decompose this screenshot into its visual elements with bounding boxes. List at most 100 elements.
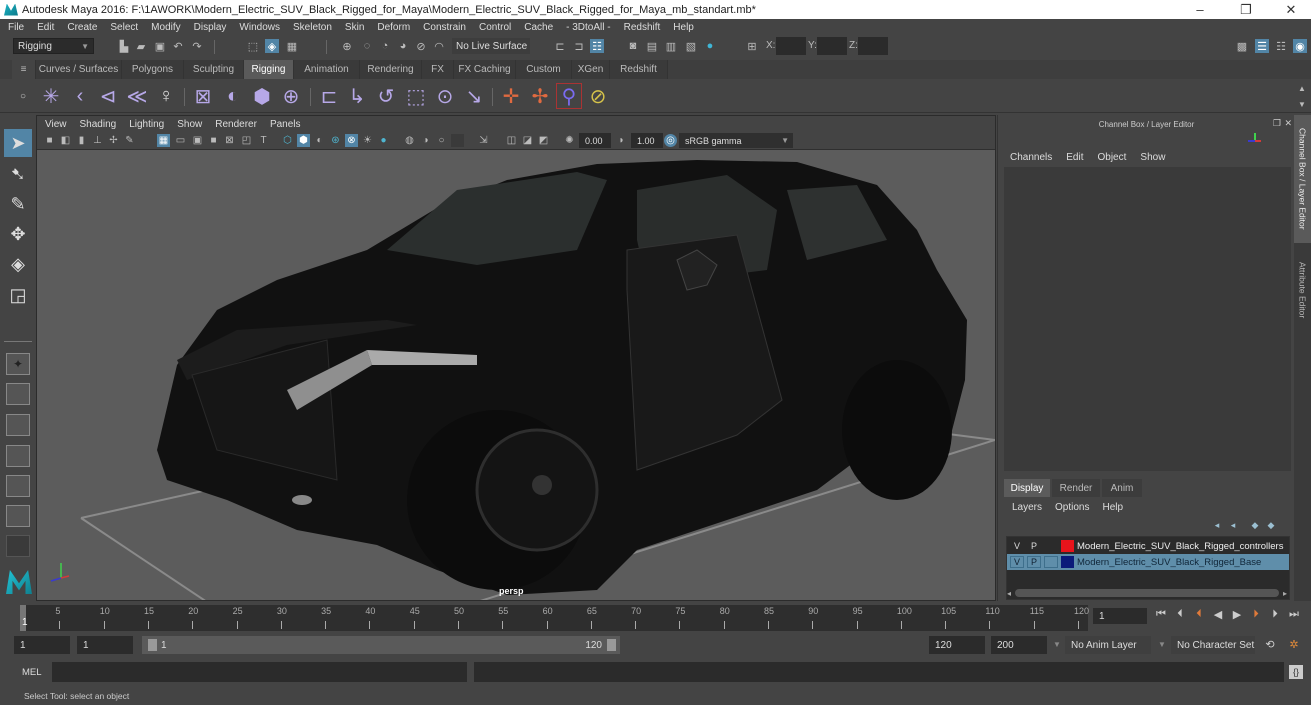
custom-layout-icon[interactable] (6, 505, 30, 527)
cluster-icon[interactable]: ⊕ (278, 83, 304, 109)
new-scene-icon[interactable]: ▙ (117, 39, 131, 53)
shelf-tab-sculpting[interactable]: Sculpting (184, 60, 244, 79)
channel-box-toggle-icon[interactable]: ◉ (1293, 39, 1307, 53)
backface-culling-icon[interactable]: ◩ (537, 134, 550, 147)
shelf-scroll-up-icon[interactable]: ▲ (1295, 81, 1309, 95)
move-tool-icon[interactable]: ✥ (4, 220, 32, 248)
gate-mask-icon[interactable]: ■ (207, 134, 220, 147)
animation-start-field[interactable]: 1 (14, 636, 70, 654)
viewport-menu-panels[interactable]: Panels (270, 119, 301, 130)
multisample-aa-icon[interactable]: ◑ (419, 134, 432, 147)
menu-constrain[interactable]: Constrain (423, 22, 466, 33)
menuset-dropdown[interactable]: Rigging ▼ (13, 38, 94, 54)
xray-active-icon[interactable]: ◫ (505, 134, 518, 147)
menu-redshift[interactable]: Redshift (624, 22, 661, 33)
channel-menu-show[interactable]: Show (1140, 152, 1165, 163)
empty-layout-icon[interactable] (6, 535, 30, 557)
smooth-shade-icon[interactable]: ⬢ (297, 134, 310, 147)
close-panel-icon[interactable]: ✕ (1284, 118, 1292, 129)
menu-deform[interactable]: Deform (377, 22, 410, 33)
minimize-button[interactable]: – (1180, 0, 1220, 19)
isolate-select-icon[interactable]: ⇲ (477, 134, 490, 147)
menu-create[interactable]: Create (67, 22, 97, 33)
menu-display[interactable]: Display (194, 22, 227, 33)
pole-vector-constraint-icon[interactable]: ↘ (461, 83, 487, 109)
play-forward-icon[interactable]: ▶ (1230, 607, 1244, 621)
render-frame-icon[interactable]: ▤ (645, 39, 659, 53)
image-plane-icon[interactable]: ⊥ (91, 134, 104, 147)
select-tool-icon[interactable]: ➤ (4, 129, 32, 157)
undo-icon[interactable]: ↶ (171, 39, 185, 53)
select-hierarchy-icon[interactable]: ⬚ (246, 39, 260, 53)
motion-blur-icon[interactable]: ◍ (403, 134, 416, 147)
layer-color-swatch[interactable] (1061, 540, 1074, 552)
command-language-toggle[interactable]: MEL (22, 667, 42, 678)
snap-curve-icon[interactable]: ◌ (360, 39, 374, 53)
blend-shape-icon[interactable]: ⊘ (585, 83, 611, 109)
layer-menu-layers[interactable]: Layers (1012, 502, 1042, 513)
exposure-field[interactable]: 0.00 (579, 133, 611, 148)
input-ops-icon[interactable]: ⊏ (553, 39, 567, 53)
live-surface-field[interactable]: No Live Surface (452, 38, 530, 54)
xray-joints-icon[interactable]: ◪ (521, 134, 534, 147)
persp-outliner-graph-layout-icon[interactable] (6, 475, 30, 497)
layer-visibility-toggle[interactable]: V (1010, 540, 1024, 552)
modeling-toolkit-icon[interactable]: ☰ (1255, 39, 1269, 53)
go-to-start-icon[interactable]: ⏮ (1154, 607, 1168, 621)
character-set-dropdown[interactable]: No Character Set (1171, 636, 1255, 654)
command-input[interactable] (52, 662, 467, 682)
hik-skeleton-icon[interactable]: ♀ (153, 83, 179, 109)
rotate-tool-icon[interactable]: ◈ (4, 250, 32, 278)
z-field[interactable] (858, 37, 888, 55)
safe-action-icon[interactable]: ◰ (240, 134, 253, 147)
layer-menu-options[interactable]: Options (1055, 502, 1089, 513)
color-management-icon[interactable]: ◎ (664, 134, 677, 147)
render-view-icon[interactable]: ◙ (626, 39, 640, 53)
2d-pan-zoom-icon[interactable]: ✢ (107, 134, 120, 147)
menu-file[interactable]: File (8, 22, 24, 33)
close-button[interactable]: ✕ (1271, 0, 1311, 19)
move-layer-down-icon[interactable]: ◂ (1226, 518, 1240, 532)
menu-help[interactable]: Help (673, 22, 694, 33)
shelf-tab-custom[interactable]: Custom (516, 60, 572, 79)
step-back-frame-icon[interactable]: ⏴ (1192, 607, 1206, 621)
depth-of-field-icon[interactable]: ○ (435, 134, 448, 147)
gamma-icon[interactable]: ◗ (615, 134, 628, 147)
menu-cache[interactable]: Cache (524, 22, 553, 33)
3d-scene[interactable] (37, 150, 995, 601)
save-scene-icon[interactable]: ▣ (153, 39, 167, 53)
xray-icon[interactable] (451, 134, 464, 147)
play-backward-icon[interactable]: ◀ (1211, 607, 1225, 621)
move-layer-up-icon[interactable]: ◂ (1210, 518, 1224, 532)
open-scene-icon[interactable]: ▰ (134, 39, 148, 53)
channel-menu-object[interactable]: Object (1098, 152, 1127, 163)
layer-row[interactable]: V P Modern_Electric_SUV_Black_Rigged_con… (1007, 538, 1289, 554)
channel-list[interactable] (1004, 167, 1291, 471)
scroll-right-icon[interactable]: ▸ (1283, 589, 1287, 598)
shelf-menu-icon[interactable]: ≡ (12, 60, 36, 79)
lasso-tool-icon[interactable]: ➷ (4, 160, 32, 188)
side-tab-channel-box[interactable]: Channel Box / Layer Editor (1294, 115, 1311, 243)
single-perspective-layout-icon[interactable]: ✦ (6, 353, 30, 375)
shadows-icon[interactable]: ☀ (361, 134, 374, 147)
viewport-menu-renderer[interactable]: Renderer (215, 119, 257, 130)
range-start-handle[interactable] (148, 639, 157, 651)
color-space-dropdown[interactable]: sRGB gamma ▼ (679, 133, 793, 148)
locator-icon[interactable]: ✛ (498, 83, 524, 109)
joint-tool-icon[interactable]: ✳ (38, 83, 64, 109)
use-all-lights-icon[interactable]: ⊗ (345, 134, 358, 147)
go-to-end-icon[interactable]: ⏭ (1287, 607, 1301, 621)
playback-end-field[interactable]: 120 (929, 636, 985, 654)
shelf-scroll-down-icon[interactable]: ▼ (1295, 97, 1309, 111)
redo-icon[interactable]: ↷ (190, 39, 204, 53)
layer-playback-toggle[interactable]: P (1027, 556, 1041, 568)
menu-control[interactable]: Control (479, 22, 511, 33)
viewport-menu-show[interactable]: Show (177, 119, 202, 130)
step-forward-frame-icon[interactable]: ⏵ (1249, 607, 1263, 621)
shelf-tab-xgen[interactable]: XGen (572, 60, 610, 79)
insert-joint-icon[interactable]: ≪ (124, 83, 150, 109)
attribute-editor-toggle-icon[interactable]: ☷ (1274, 39, 1288, 53)
layer-tab-anim[interactable]: Anim (1102, 479, 1142, 497)
textured-icon[interactable]: ⊛ (329, 134, 342, 147)
wireframe-on-shaded-icon[interactable]: ◐ (313, 134, 326, 147)
